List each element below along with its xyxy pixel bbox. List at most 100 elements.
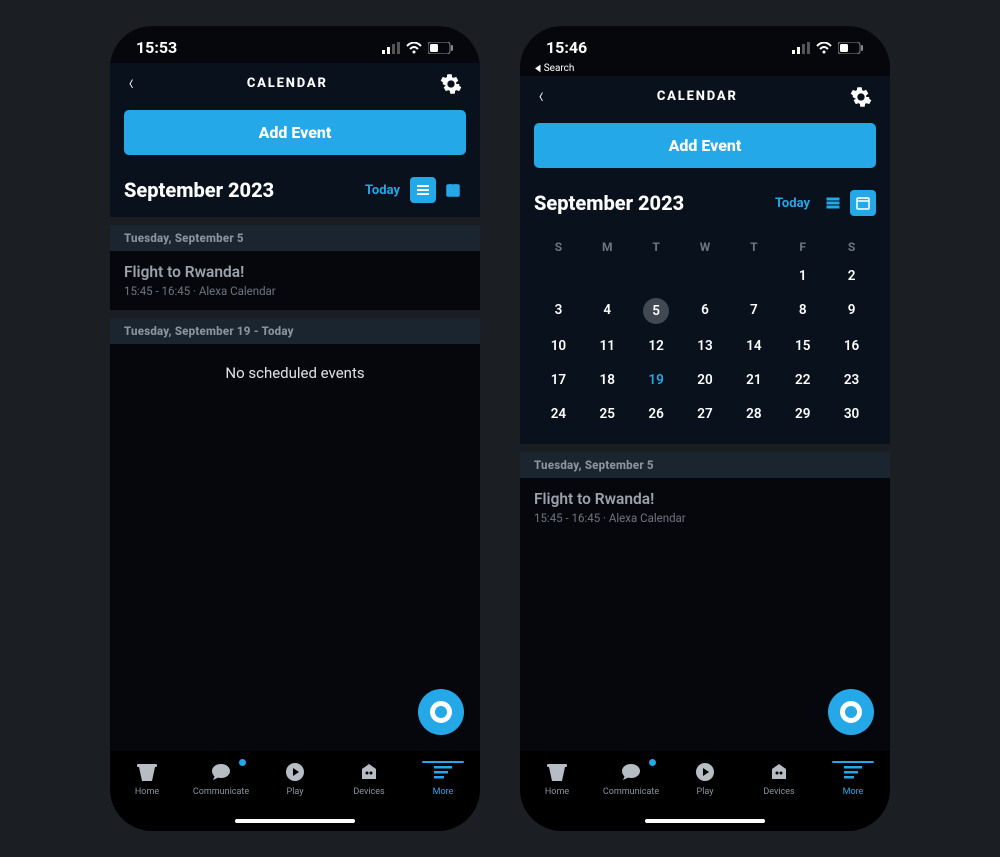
tab-home[interactable]: Home	[520, 761, 594, 797]
calendar-day[interactable]: 5	[643, 298, 669, 324]
more-icon	[431, 761, 455, 783]
day-section-header: Tuesday, September 5	[520, 452, 890, 478]
calendar-icon	[445, 182, 461, 198]
gear-icon[interactable]	[850, 86, 872, 108]
list-icon	[415, 182, 431, 198]
calendar-day[interactable]: 24	[534, 402, 583, 426]
calendar-day[interactable]: 18	[583, 368, 632, 392]
home-indicator[interactable]	[235, 819, 355, 823]
calendar-day[interactable]: 19	[632, 368, 681, 392]
dow-label: T	[632, 240, 681, 254]
calendar-day[interactable]: 12	[632, 334, 681, 358]
signal-icon	[792, 42, 810, 54]
wifi-icon	[406, 42, 422, 54]
home-icon	[135, 761, 159, 783]
list-view-button[interactable]	[410, 177, 436, 203]
calendar-day[interactable]: 27	[681, 402, 730, 426]
calendar-day[interactable]: 28	[729, 402, 778, 426]
dow-label: S	[534, 240, 583, 254]
calendar-day[interactable]: 14	[729, 334, 778, 358]
app-header: ‹ CALENDAR	[520, 76, 890, 123]
calendar-day[interactable]: 2	[827, 264, 876, 288]
play-icon	[283, 761, 307, 783]
status-time: 15:46	[546, 38, 587, 57]
calendar-day[interactable]: 23	[827, 368, 876, 392]
month-title: September 2023	[534, 191, 684, 215]
calendar-day[interactable]: 22	[778, 368, 827, 392]
tab-communicate[interactable]: Communicate	[594, 761, 668, 797]
alexa-fab[interactable]	[828, 689, 874, 735]
calendar-view-button[interactable]	[850, 190, 876, 216]
calendar-day[interactable]: 21	[729, 368, 778, 392]
calendar-day[interactable]: 15	[778, 334, 827, 358]
page-title: CALENDAR	[657, 89, 738, 104]
devices-icon	[767, 761, 791, 783]
phone-list-view: 15:53 ‹ CALENDAR Add Event September 202…	[110, 26, 480, 831]
event-item[interactable]: Flight to Rwanda! 15:45 - 16:45 · Alexa …	[110, 251, 480, 310]
back-button[interactable]: ‹	[129, 71, 134, 96]
tab-devices[interactable]: Devices	[332, 761, 406, 797]
tab-play[interactable]: Play	[258, 761, 332, 797]
month-title: September 2023	[124, 178, 274, 202]
calendar-day[interactable]: 26	[632, 402, 681, 426]
calendar-day[interactable]: 29	[778, 402, 827, 426]
calendar-day[interactable]: 30	[827, 402, 876, 426]
empty-state: No scheduled events	[110, 344, 480, 402]
calendar-day[interactable]: 11	[583, 334, 632, 358]
notification-badge-icon	[239, 759, 246, 766]
calendar-day[interactable]: 3	[534, 298, 583, 322]
calendar-day	[583, 264, 632, 288]
back-button[interactable]: ‹	[539, 84, 544, 109]
tab-more[interactable]: More	[816, 761, 890, 797]
tab-play[interactable]: Play	[668, 761, 742, 797]
day-section-header: Tuesday, September 19 - Today	[110, 318, 480, 344]
calendar-day[interactable]: 4	[583, 298, 632, 322]
calendar-day[interactable]: 16	[827, 334, 876, 358]
calendar-view-button[interactable]	[440, 177, 466, 203]
calendar-day[interactable]: 9	[827, 298, 876, 322]
calendar-day[interactable]: 17	[534, 368, 583, 392]
calendar-day[interactable]: 10	[534, 334, 583, 358]
calendar-day[interactable]: 1	[778, 264, 827, 288]
day-section-header: Tuesday, September 5	[110, 225, 480, 251]
dow-label: F	[778, 240, 827, 254]
phone-month-view: 15:46 ◀Search ‹ CALENDAR Add Event Septe…	[520, 26, 890, 831]
calendar-day[interactable]: 8	[778, 298, 827, 322]
tab-communicate[interactable]: Communicate	[184, 761, 258, 797]
today-link[interactable]: Today	[775, 196, 810, 211]
calendar-day[interactable]: 25	[583, 402, 632, 426]
breadcrumb-back[interactable]: ◀Search	[520, 63, 890, 76]
devices-icon	[357, 761, 381, 783]
tab-devices[interactable]: Devices	[742, 761, 816, 797]
event-item[interactable]: Flight to Rwanda! 15:45 - 16:45 · Alexa …	[520, 478, 890, 537]
today-link[interactable]: Today	[365, 183, 400, 198]
add-event-button[interactable]: Add Event	[124, 110, 466, 155]
list-view-button[interactable]	[820, 190, 846, 216]
calendar-icon	[855, 195, 871, 211]
alexa-icon	[430, 701, 452, 723]
event-title: Flight to Rwanda!	[534, 490, 876, 508]
status-right	[792, 42, 864, 54]
list-icon	[825, 195, 841, 211]
month-row: September 2023 Today	[520, 168, 890, 230]
calendar-day	[632, 264, 681, 288]
add-event-button[interactable]: Add Event	[534, 123, 876, 168]
event-list-body[interactable]: No scheduled events	[110, 344, 480, 751]
app-header: ‹ CALENDAR	[110, 63, 480, 110]
wifi-icon	[816, 42, 832, 54]
tab-more[interactable]: More	[406, 761, 480, 797]
calendar-day[interactable]: 13	[681, 334, 730, 358]
gear-icon[interactable]	[440, 73, 462, 95]
home-indicator[interactable]	[645, 819, 765, 823]
signal-icon	[382, 42, 400, 54]
alexa-fab[interactable]	[418, 689, 464, 735]
month-row: September 2023 Today	[110, 155, 480, 217]
view-toggle	[410, 177, 466, 203]
calendar-day[interactable]: 20	[681, 368, 730, 392]
home-icon	[545, 761, 569, 783]
calendar-day[interactable]: 7	[729, 298, 778, 322]
tab-home[interactable]: Home	[110, 761, 184, 797]
calendar-day[interactable]: 6	[681, 298, 730, 322]
calendar-day	[681, 264, 730, 288]
tab-bar: Home Communicate Play Devices More	[520, 751, 890, 831]
